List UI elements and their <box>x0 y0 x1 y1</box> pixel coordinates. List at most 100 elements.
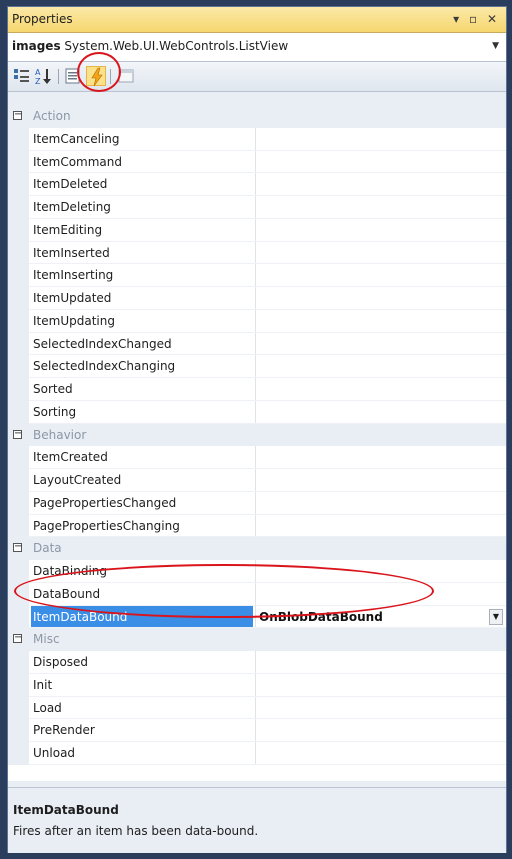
property-value[interactable] <box>255 400 506 424</box>
category-behavior[interactable]: − Behavior <box>8 423 506 447</box>
collapse-icon[interactable]: − <box>13 542 22 553</box>
property-value[interactable] <box>255 719 506 742</box>
property-row[interactable]: ItemDataBound OnBlobDataBound ▼ <box>8 605 506 629</box>
property-value[interactable] <box>255 127 506 151</box>
row-margin <box>8 469 29 492</box>
property-name[interactable]: Load <box>33 697 253 720</box>
property-row[interactable]: Load <box>8 696 506 720</box>
window-controls[interactable]: ▾ ▫ ✕ <box>453 7 500 32</box>
property-row[interactable]: ItemDeleted <box>8 173 506 196</box>
dropdown-arrow-icon[interactable]: ▼ <box>489 608 503 625</box>
chevron-down-icon[interactable]: ▼ <box>492 33 499 59</box>
property-name[interactable]: Init <box>33 674 253 697</box>
property-row[interactable]: ItemInserted <box>8 241 506 265</box>
collapse-icon[interactable]: − <box>13 633 22 644</box>
property-name[interactable]: Sorting <box>33 401 253 424</box>
property-row[interactable]: ItemEditing <box>8 218 506 242</box>
property-name[interactable]: ItemInserted <box>33 242 253 265</box>
row-margin <box>8 514 29 538</box>
property-value[interactable] <box>255 560 506 583</box>
property-value[interactable] <box>255 673 506 697</box>
property-name[interactable]: ItemCanceling <box>33 128 253 151</box>
row-margin <box>8 446 29 469</box>
property-name[interactable]: PagePropertiesChanged <box>33 492 253 515</box>
property-name[interactable]: Sorted <box>33 378 253 401</box>
property-value[interactable] <box>255 309 506 333</box>
property-row[interactable]: ItemInserting <box>8 264 506 287</box>
property-value[interactable] <box>255 173 506 196</box>
row-margin <box>8 651 29 674</box>
property-row[interactable]: Init <box>8 673 506 697</box>
category-misc[interactable]: − Misc <box>8 628 506 651</box>
property-name[interactable]: DataBinding <box>33 560 253 583</box>
property-name[interactable]: ItemEditing <box>33 219 253 242</box>
property-row[interactable]: ItemUpdated <box>8 287 506 310</box>
property-value[interactable] <box>255 150 506 174</box>
property-name[interactable]: Disposed <box>33 651 253 674</box>
category-action[interactable]: − Action <box>8 105 506 128</box>
property-value[interactable] <box>255 696 506 720</box>
row-margin <box>8 218 29 242</box>
property-row[interactable]: DataBound <box>8 582 506 606</box>
property-value[interactable] <box>255 446 506 469</box>
property-name[interactable]: PreRender <box>33 719 253 742</box>
property-row[interactable]: ItemCanceling <box>8 127 506 151</box>
row-margin <box>8 719 29 742</box>
property-name[interactable]: ItemInserting <box>33 264 253 287</box>
property-value[interactable] <box>255 355 506 378</box>
property-row[interactable]: DataBinding <box>8 560 506 583</box>
property-row[interactable]: ItemCreated <box>8 446 506 469</box>
property-value[interactable] <box>255 241 506 265</box>
property-row[interactable]: PreRender <box>8 719 506 742</box>
collapse-icon[interactable]: − <box>13 428 22 439</box>
property-value[interactable] <box>255 218 506 242</box>
property-value[interactable] <box>255 287 506 310</box>
property-row[interactable]: PagePropertiesChanging <box>8 514 506 538</box>
property-name[interactable]: ItemUpdated <box>33 287 253 310</box>
property-grid: − Action ItemCanceling ItemCommand ItemDelet… <box>8 105 506 781</box>
property-name[interactable]: DataBound <box>33 583 253 606</box>
categorized-icon[interactable] <box>12 66 32 86</box>
property-row[interactable]: SelectedIndexChanging <box>8 355 506 378</box>
alphabetical-icon[interactable]: AZ <box>34 66 54 86</box>
property-row[interactable]: SelectedIndexChanged <box>8 332 506 356</box>
property-row[interactable]: Sorted <box>8 378 506 401</box>
property-row[interactable]: Unload <box>8 742 506 765</box>
property-name[interactable]: ItemCreated <box>33 446 253 469</box>
property-name[interactable]: ItemDeleted <box>33 173 253 196</box>
property-value[interactable] <box>255 651 506 674</box>
property-name[interactable]: ItemCommand <box>33 151 253 174</box>
property-value[interactable] <box>255 469 506 492</box>
property-name[interactable]: ItemDeleting <box>33 196 253 219</box>
property-value[interactable] <box>255 264 506 287</box>
property-value[interactable] <box>255 582 506 606</box>
property-row[interactable]: Disposed <box>8 651 506 674</box>
property-value[interactable] <box>255 514 506 538</box>
property-value[interactable] <box>255 378 506 401</box>
property-name[interactable]: Unload <box>33 742 253 765</box>
property-name[interactable]: SelectedIndexChanging <box>33 355 253 378</box>
svg-text:Z: Z <box>35 77 41 86</box>
property-row[interactable]: PagePropertiesChanged <box>8 491 506 515</box>
property-row[interactable]: ItemDeleting <box>8 196 506 219</box>
property-name[interactable]: LayoutCreated <box>33 469 253 492</box>
collapse-icon[interactable]: − <box>13 110 22 120</box>
category-label: Action <box>33 109 71 123</box>
property-name[interactable]: SelectedIndexChanged <box>33 333 253 356</box>
property-name[interactable]: PagePropertiesChanging <box>33 515 253 538</box>
property-row[interactable]: LayoutCreated <box>8 469 506 492</box>
row-margin <box>8 309 29 333</box>
property-value[interactable] <box>255 742 506 765</box>
property-name[interactable]: ItemUpdating <box>33 310 253 333</box>
property-value[interactable]: OnBlobDataBound <box>255 605 506 629</box>
property-row[interactable]: ItemCommand <box>8 150 506 174</box>
row-margin <box>8 582 29 606</box>
property-value[interactable] <box>255 491 506 515</box>
property-row[interactable]: ItemUpdating <box>8 309 506 333</box>
description-title: ItemDataBound <box>13 803 119 817</box>
property-value[interactable] <box>255 196 506 219</box>
property-name[interactable]: ItemDataBound <box>31 605 253 629</box>
category-data[interactable]: − Data <box>8 537 506 560</box>
property-value[interactable] <box>255 332 506 356</box>
property-row[interactable]: Sorting <box>8 400 506 424</box>
